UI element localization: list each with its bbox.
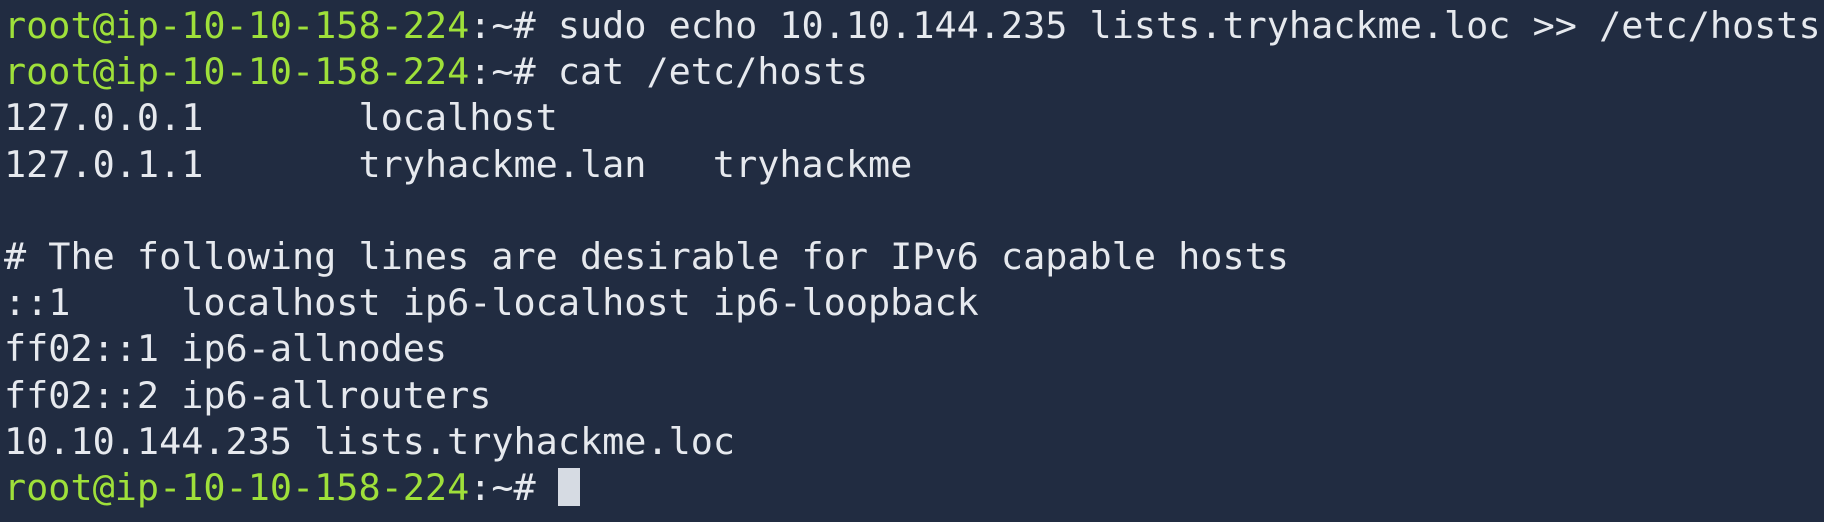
output-line: ff02::2 ip6-allrouters: [4, 373, 492, 417]
text-cursor-icon: [557, 467, 580, 506]
prompt-line-active: root@ip-10-10-158-224:~#: [4, 465, 1824, 511]
output-line-blank: [4, 188, 1824, 234]
output-line: ff02::1 ip6-allnodes: [4, 327, 448, 371]
prompt-path-symbol: :~#: [469, 465, 558, 509]
output-line: 127.0.0.1 localhost: [4, 96, 558, 140]
prompt-path-symbol: :~#: [469, 4, 558, 47]
prompt-path-symbol: :~#: [469, 50, 558, 94]
prompt-user-host: root@ip-10-10-158-224: [4, 50, 470, 94]
output-line-comment: # The following lines are desirable for …: [4, 234, 1289, 278]
command-text: cat /etc/hosts: [557, 50, 869, 94]
prompt-user-host: root@ip-10-10-158-224: [4, 4, 470, 47]
command-text: sudo echo 10.10.144.235 lists.tryhackme.…: [557, 4, 1821, 47]
output-line: 127.0.1.1 tryhackme.lan tryhackme: [4, 142, 913, 186]
prompt-line: root@ip-10-10-158-224:~# cat /etc/hosts: [4, 49, 1824, 95]
output-line: 10.10.144.235 lists.tryhackme.loc: [4, 419, 736, 463]
prompt-user-host: root@ip-10-10-158-224: [4, 465, 470, 509]
output-line: ::1 localhost ip6-localhost ip6-loopback: [4, 281, 979, 325]
terminal-window[interactable]: root@ip-10-10-158-224:~# sudo echo 10.10…: [0, 0, 1824, 522]
prompt-line: root@ip-10-10-158-224:~# sudo echo 10.10…: [4, 3, 1824, 49]
